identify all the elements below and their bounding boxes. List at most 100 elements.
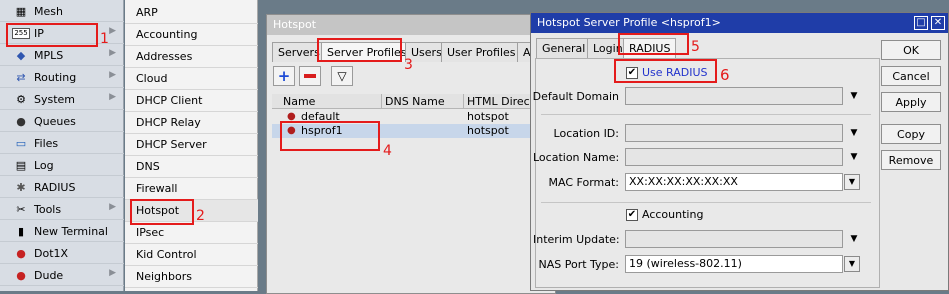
menu-item-label: Log — [34, 158, 54, 172]
annotation-box-6 — [614, 59, 717, 83]
menu-item-label: Routing — [34, 70, 77, 84]
nas-port-type-label: NAS Port Type: — [538, 258, 619, 271]
menu-item-system[interactable]: ⚙ System ▶ — [0, 88, 124, 110]
menu-item-mpls[interactable]: ◆ MPLS ▶ — [0, 44, 124, 66]
menu-item-dot1x[interactable]: ● Dot1X — [0, 242, 124, 264]
remove-button[interactable]: Remove — [881, 150, 941, 170]
profile-window-title: Hotspot Server Profile <hsprof1> — [531, 13, 948, 33]
mac-format-field[interactable]: XX:XX:XX:XX:XX:XX — [625, 173, 843, 191]
ip-submenu: ARP Accounting Addresses Cloud DHCP Client DH… — [125, 0, 258, 291]
submenu-item-arp[interactable]: ARP — [125, 2, 258, 24]
files-icon: ▭ — [15, 136, 27, 150]
apply-button[interactable]: Apply — [881, 92, 941, 112]
minus-icon — [304, 74, 316, 78]
cell-html: hotspot — [467, 124, 509, 137]
interim-update-label: Interim Update: — [533, 233, 620, 246]
annotation-box-1 — [6, 23, 98, 47]
interim-update-dropdown-icon[interactable]: ▼ — [849, 234, 859, 244]
menu-item-log[interactable]: ▤ Log — [0, 154, 124, 176]
menu-item-dude[interactable]: ● Dude ▶ — [0, 264, 124, 286]
submenu-item-dhcp-relay[interactable]: DHCP Relay — [125, 112, 258, 134]
submenu-arrow-icon: ▶ — [109, 202, 116, 212]
col-name[interactable]: Name — [280, 94, 382, 109]
location-name-dropdown-icon[interactable]: ▼ — [849, 152, 859, 162]
copy-button[interactable]: Copy — [881, 124, 941, 144]
menu-item-mesh[interactable]: ▦ Mesh — [0, 0, 124, 22]
ok-button[interactable]: OK — [881, 40, 941, 60]
location-id-field[interactable] — [625, 124, 843, 142]
default-domain-field[interactable] — [625, 87, 843, 105]
default-domain-label: Default Domain — [532, 90, 619, 103]
menu-item-label: Files — [34, 136, 59, 150]
submenu-item-ipsec[interactable]: IPsec — [125, 222, 258, 244]
remove-button[interactable] — [299, 66, 321, 86]
col-dns-name[interactable]: DNS Name — [382, 94, 464, 109]
menu-item-label: Tools — [34, 202, 62, 216]
cell-html: hotspot — [467, 110, 509, 123]
mac-format-dropdown-icon[interactable]: ▼ — [844, 174, 860, 190]
cell-dns — [382, 124, 385, 138]
location-name-field[interactable] — [625, 148, 843, 166]
menu-item-radius[interactable]: ✱ RADIUS — [0, 176, 124, 198]
menu-item-label: System — [34, 92, 76, 106]
tab-user-profiles[interactable]: User Profiles — [441, 42, 522, 62]
submenu-item-addresses[interactable]: Addresses — [125, 46, 258, 68]
submenu-item-accounting[interactable]: Accounting — [125, 24, 258, 46]
menu-item-queues[interactable]: ● Queues — [0, 110, 124, 132]
submenu-item-cloud[interactable]: Cloud — [125, 68, 258, 90]
tab-general[interactable]: General — [536, 38, 592, 58]
menu-item-label: RADIUS — [34, 180, 76, 194]
divider — [0, 285, 124, 286]
submenu-item-dns[interactable]: DNS — [125, 156, 258, 178]
mac-format-label: MAC Format: — [548, 176, 619, 189]
menu-item-label: Mesh — [34, 4, 63, 18]
nas-port-type-dropdown-icon[interactable]: ▼ — [844, 256, 860, 272]
submenu-item-dhcp-server[interactable]: DHCP Server — [125, 134, 258, 156]
cell-dns — [382, 110, 385, 124]
plus-icon: + — [277, 67, 291, 85]
location-name-label: Location Name: — [533, 151, 620, 164]
submenu-arrow-icon: ▶ — [109, 26, 116, 36]
close-icon[interactable]: ✕ — [931, 16, 945, 30]
submenu-arrow-icon: ▶ — [109, 268, 116, 278]
add-button[interactable]: + — [273, 66, 295, 86]
submenu-item-dhcp-client[interactable]: DHCP Client — [125, 90, 258, 112]
terminal-icon: ▮ — [17, 224, 25, 238]
radius-icon: ✱ — [16, 180, 26, 194]
tools-icon: ✂ — [16, 202, 26, 216]
menu-item-label: New Terminal — [34, 224, 108, 238]
annotation-box-2 — [130, 199, 194, 225]
routing-icon: ⇄ — [16, 70, 26, 84]
submenu-arrow-icon: ▶ — [109, 48, 116, 58]
log-icon: ▤ — [15, 158, 27, 172]
mpls-icon: ◆ — [16, 48, 26, 62]
annotation-box-4 — [280, 121, 380, 151]
menu-item-files[interactable]: ▭ Files — [0, 132, 124, 154]
location-id-dropdown-icon[interactable]: ▼ — [849, 128, 859, 138]
mesh-icon: ▦ — [15, 4, 27, 18]
restore-icon[interactable]: □ — [914, 16, 928, 30]
menu-item-label: Dude — [34, 268, 64, 282]
submenu-item-kid-control[interactable]: Kid Control — [125, 244, 258, 266]
accounting-label: Accounting — [642, 208, 704, 221]
submenu-arrow-icon: ▶ — [109, 70, 116, 80]
filter-icon: ▽ — [337, 69, 347, 83]
divider — [541, 114, 871, 115]
cancel-button[interactable]: Cancel — [881, 66, 941, 86]
menu-item-routing[interactable]: ⇄ Routing ▶ — [0, 66, 124, 88]
submenu-item-firewall[interactable]: Firewall — [125, 178, 258, 200]
dot1x-icon: ● — [16, 246, 26, 260]
filter-button[interactable]: ▽ — [331, 66, 353, 86]
menu-item-new-terminal[interactable]: ▮ New Terminal — [0, 220, 124, 242]
interim-update-field[interactable] — [625, 230, 843, 248]
menu-item-label: Queues — [34, 114, 76, 128]
annotation-box-5 — [618, 33, 689, 55]
hotspot-window-title: Hotspot — [267, 15, 555, 35]
submenu-item-neighbors[interactable]: Neighbors — [125, 266, 258, 288]
accounting-checkbox[interactable]: ✔ — [626, 209, 638, 221]
menu-item-tools[interactable]: ✂ Tools ▶ — [0, 198, 124, 220]
menu-item-label: MPLS — [34, 48, 64, 62]
nas-port-type-field[interactable]: 19 (wireless-802.11) — [625, 255, 843, 273]
annotation-number-3: 3 — [404, 57, 413, 73]
default-domain-dropdown-icon[interactable]: ▼ — [849, 91, 859, 101]
